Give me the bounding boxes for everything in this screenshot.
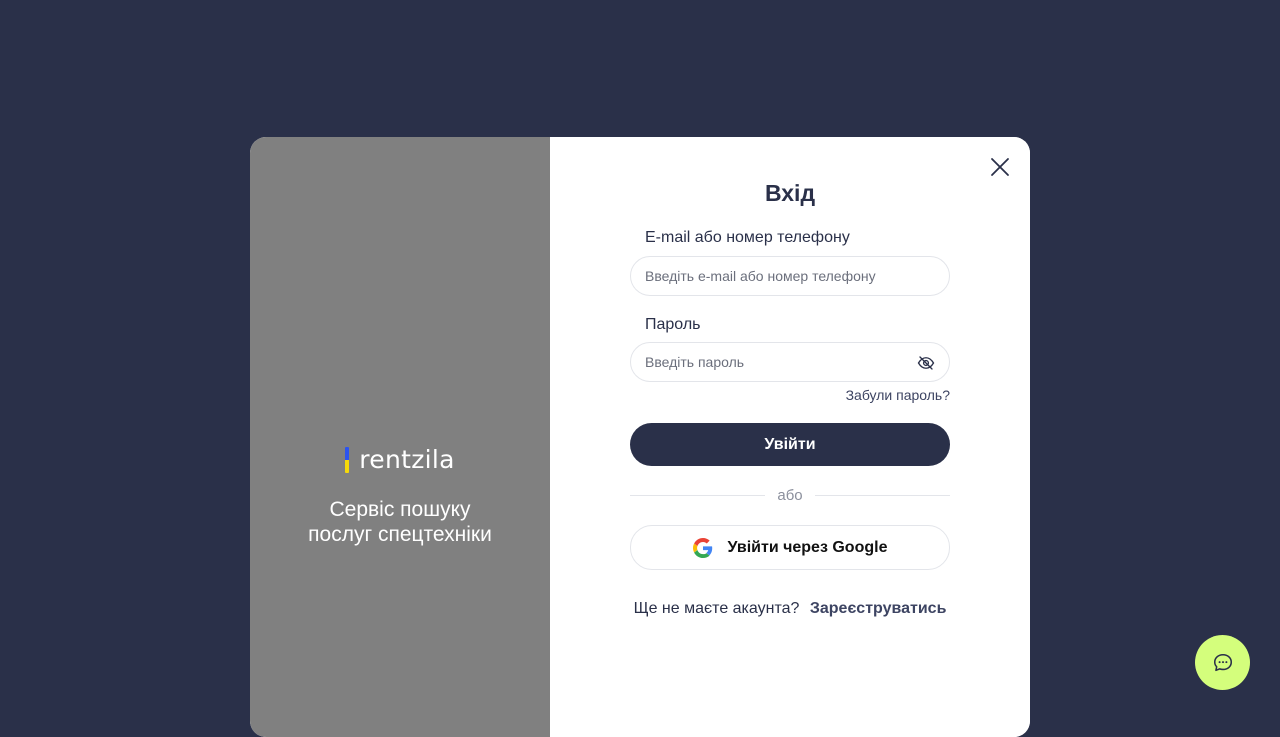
email-field[interactable]: [643, 267, 907, 285]
divider-line-right: [814, 494, 950, 496]
brand-logo: rentzila: [250, 447, 550, 473]
brand-panel: rentzila Сервіс пошуку послуг спецтехнік…: [250, 137, 550, 737]
flag-blue-stripe: [345, 447, 350, 460]
login-title: Вхід: [764, 180, 816, 206]
login-modal: rentzila Сервіс пошуку послуг спецтехнік…: [250, 137, 1030, 737]
google-login-button[interactable]: Увійти через Google: [630, 525, 950, 570]
login-form-panel: Вхід E-mail або номер телефону Пароль За…: [550, 137, 1030, 737]
signup-prompt: Ще не маєте акаунта? Зареєструватись: [550, 600, 1030, 618]
brand-logo-inner: rentzila: [345, 447, 455, 473]
brand-tagline: Сервіс пошуку послуг спецтехніки: [250, 497, 550, 547]
google-login-label: Увійти через Google: [727, 538, 888, 556]
password-label: Пароль: [645, 316, 701, 333]
divider-line-left: [630, 494, 766, 496]
brand-name: rentzila: [359, 445, 455, 474]
flag-yellow-stripe: [345, 460, 350, 473]
tagline-line-1: Сервіс пошуку: [329, 498, 471, 521]
chat-button[interactable]: [1195, 635, 1250, 690]
login-button[interactable]: Увійти: [630, 423, 950, 466]
or-divider: або: [630, 485, 950, 505]
google-icon: [692, 537, 712, 558]
close-button[interactable]: [988, 155, 1012, 179]
close-icon: [991, 158, 1009, 176]
flag-icon: [345, 447, 350, 473]
password-field[interactable]: [643, 353, 907, 371]
tagline-line-2: послуг спецтехніки: [308, 523, 492, 546]
eye-off-icon[interactable]: [917, 354, 935, 372]
email-field-wrapper: [630, 256, 950, 296]
forgot-password-link[interactable]: Забули пароль?: [846, 387, 950, 403]
email-label: E-mail або номер телефону: [645, 229, 850, 246]
no-account-text: Ще не маєте акаунта?: [633, 600, 800, 617]
chat-bubble-icon: [1213, 653, 1232, 671]
password-field-wrapper: [630, 342, 950, 382]
or-text: або: [777, 486, 803, 504]
register-link[interactable]: Зареєструватись: [810, 600, 947, 617]
